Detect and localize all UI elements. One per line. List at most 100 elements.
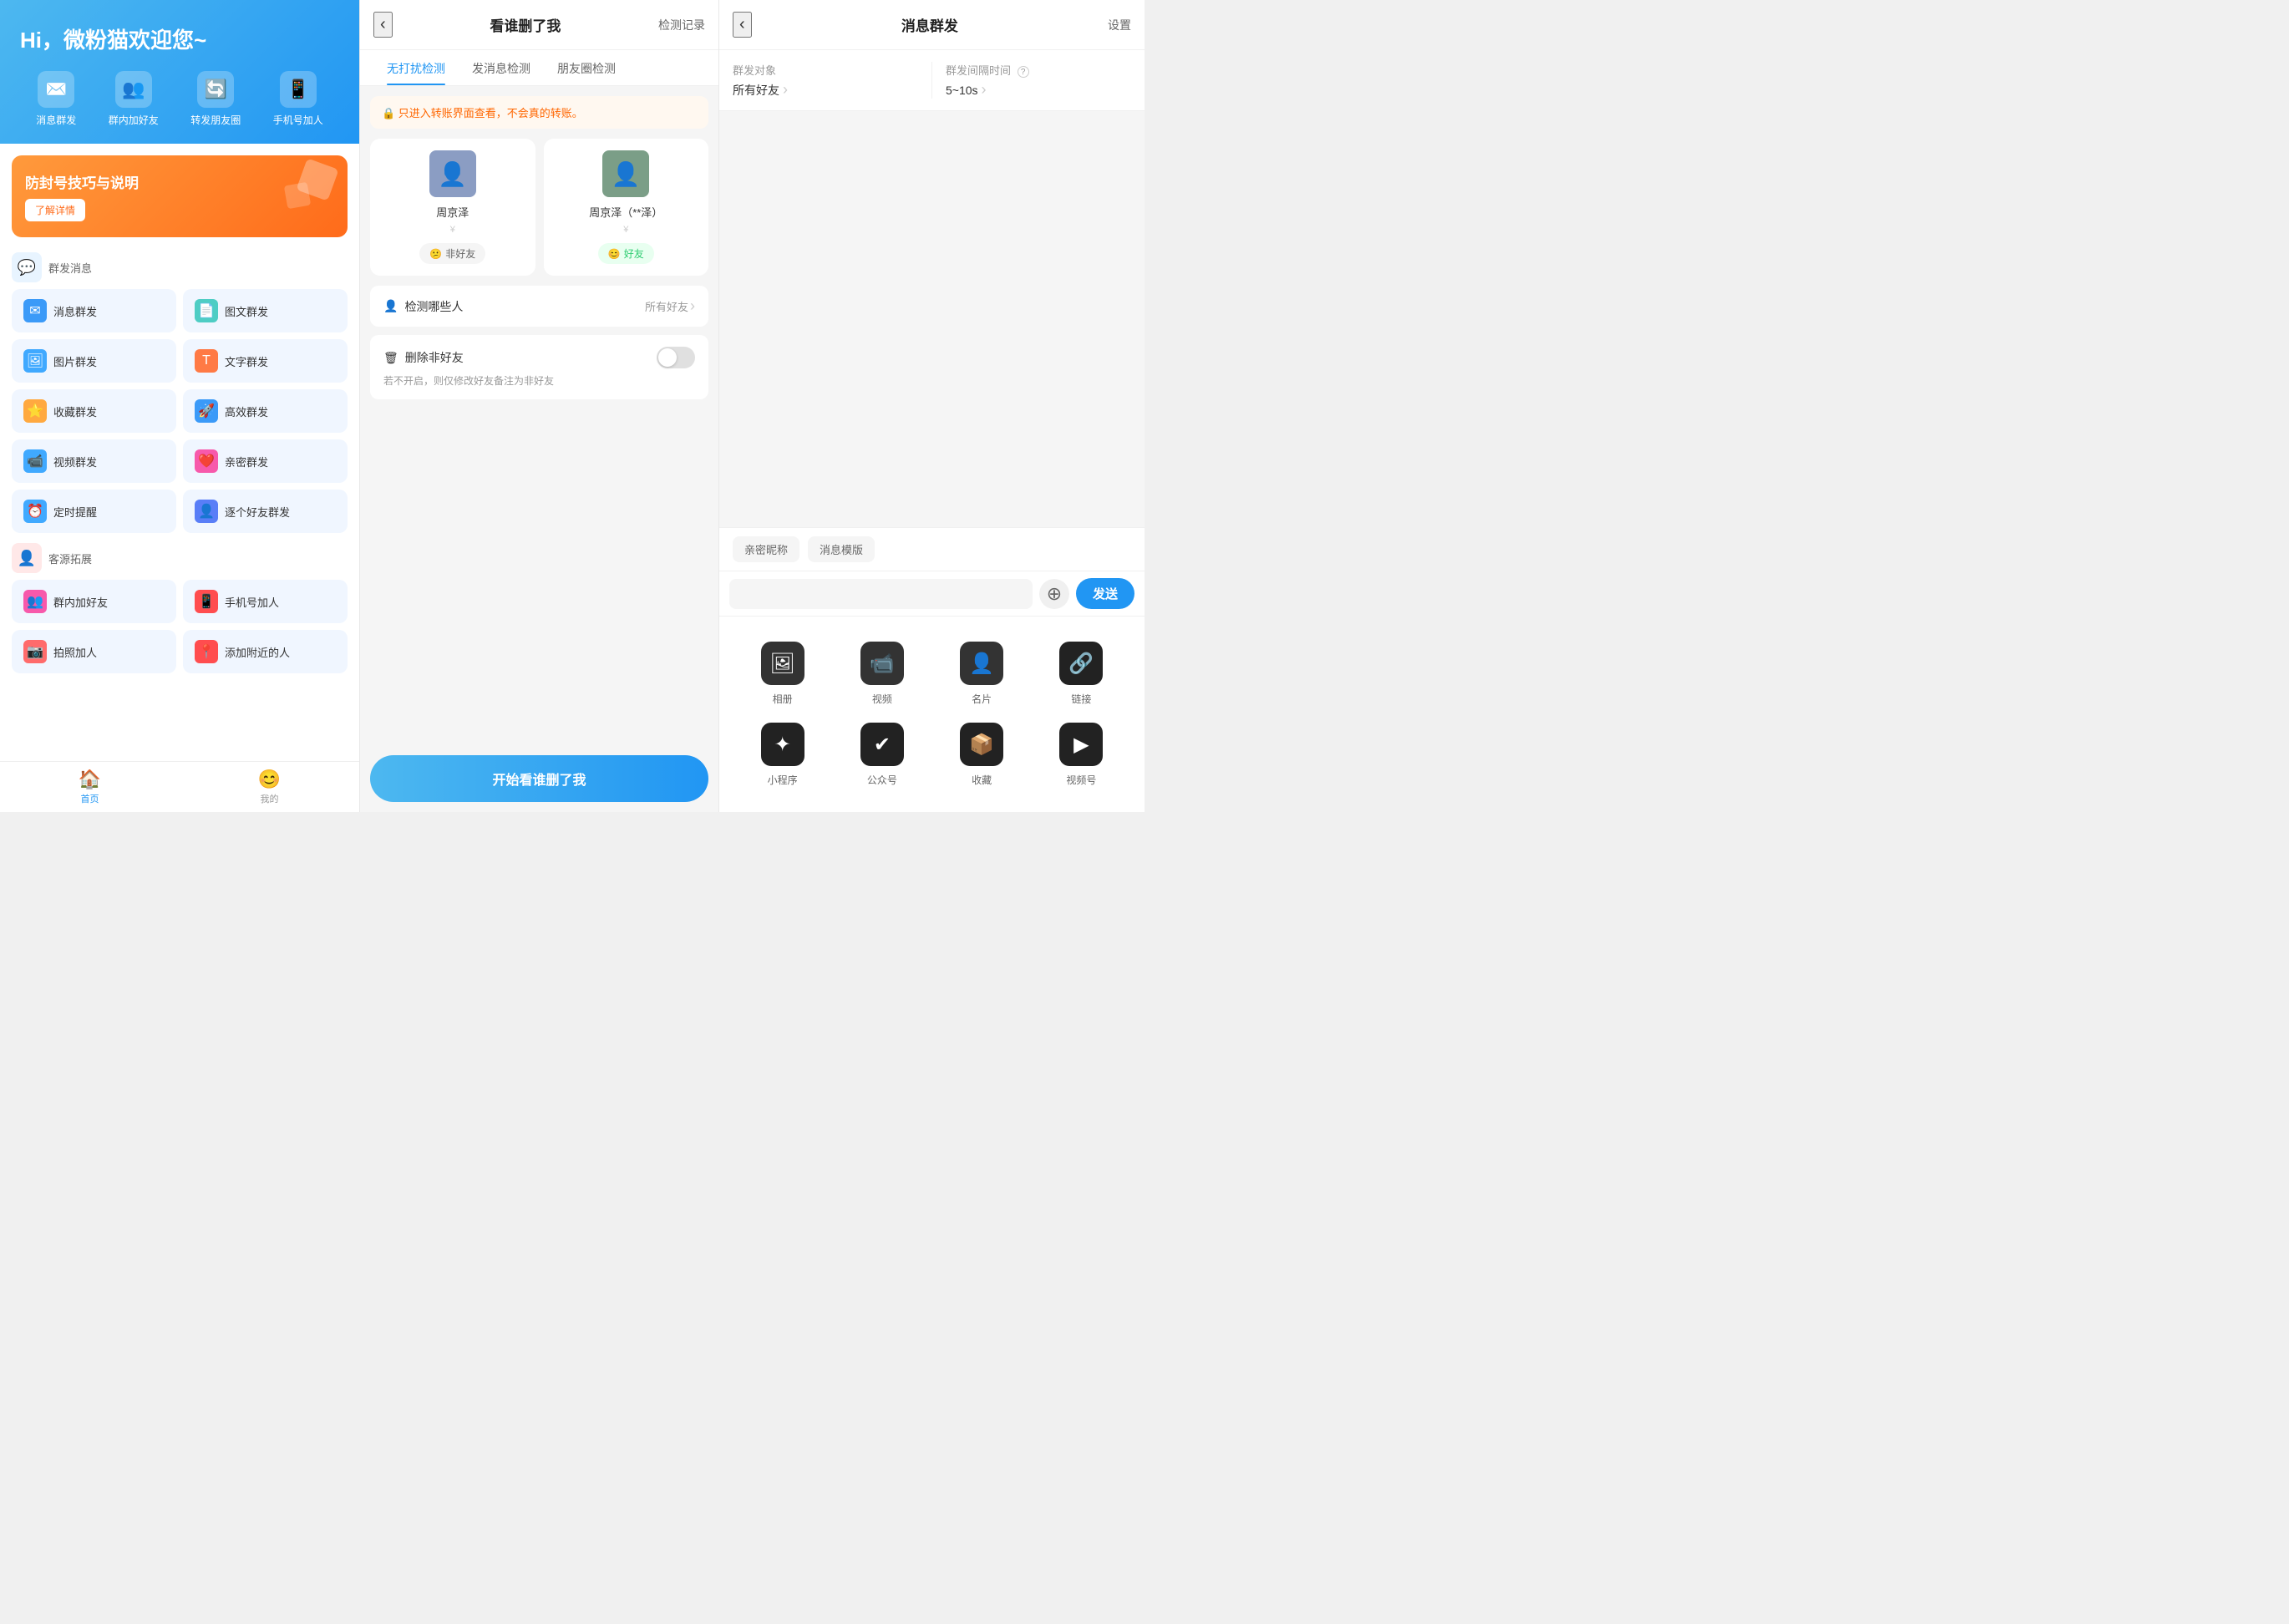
media-item-favorites[interactable]: 📦 收藏 (932, 714, 1032, 795)
delete-toggle[interactable] (657, 347, 695, 368)
chevron-right-icon (690, 297, 695, 315)
banner-title: 防封号技巧与说明 (25, 171, 139, 192)
user-status-0: 😕 非好友 (419, 243, 485, 264)
home-icon: 🏠 (79, 769, 101, 790)
user-avatar-0: 👤 (429, 150, 476, 197)
right-back-button[interactable]: ‹ (733, 12, 752, 38)
grid-item-individual-broadcast[interactable]: 👤 逐个好友群发 (183, 490, 348, 533)
delete-title-row: 🗑 删除非好友 (383, 347, 695, 368)
group2-section: 👤 客源拓展 (0, 540, 359, 580)
right-content (719, 111, 1144, 527)
grid-item-group-add[interactable]: 👥 群内加好友 (12, 580, 176, 623)
grid-item-photo-add[interactable]: 📷 拍照加人 (12, 630, 176, 673)
favorites-broadcast-icon: ⭐ (23, 399, 47, 423)
header-icon-forward[interactable]: 🔄 转发朋友圈 (190, 71, 241, 127)
nav-profile[interactable]: 😊 我的 (180, 762, 359, 812)
broadcast-icon: ✉️ (38, 71, 74, 108)
delete-title: 🗑 删除非好友 (383, 349, 464, 366)
media-item-album[interactable]: 🖼 相册 (733, 633, 832, 714)
group2-label: 客源拓展 (48, 551, 92, 566)
detect-left: 👤 检测哪些人 (383, 298, 463, 315)
grid-item-scheduled[interactable]: ⏰ 定时提醒 (12, 490, 176, 533)
middle-title: 看谁删了我 (490, 14, 561, 35)
phone-icon: 📱 (280, 71, 317, 108)
start-detect-button[interactable]: 开始看谁删了我 (370, 755, 708, 802)
panel-middle: ‹ 看谁删了我 检测记录 无打扰检测 发消息检测 朋友圈检测 🔒 只进入转账界面… (359, 0, 718, 812)
header-icon-add-friend[interactable]: 👥 群内加好友 (109, 71, 159, 127)
broadcast-interval-label: 群发间隔时间 ? (946, 62, 1131, 78)
header-icon-broadcast[interactable]: ✉️ 消息群发 (36, 71, 76, 127)
broadcast-target-col[interactable]: 群发对象 所有好友 (733, 62, 932, 99)
official-account-icon: ✔ (860, 723, 904, 766)
grid-item-broadcast[interactable]: ✉ 消息群发 (12, 289, 176, 332)
banner-learn-btn[interactable]: 了解详情 (25, 199, 85, 221)
add-friend-icon: 👥 (115, 71, 152, 108)
middle-back-button[interactable]: ‹ (373, 12, 393, 38)
box-decor-2 (284, 182, 311, 209)
grid-item-efficient-broadcast[interactable]: 🚀 高效群发 (183, 389, 348, 433)
quick-btns: 亲密昵称 消息模版 (719, 528, 1144, 571)
card-icon: 👤 (960, 642, 1003, 685)
media-item-video-channel[interactable]: ▶ 视频号 (1032, 714, 1131, 795)
settings-link[interactable]: 设置 (1108, 17, 1131, 33)
video-broadcast-icon: 📹 (23, 449, 47, 473)
user-amount-0: ¥ (450, 225, 455, 235)
delete-desc: 若不开启，则仅修改好友备注为非好友 (383, 373, 695, 388)
message-template-btn[interactable]: 消息模版 (808, 536, 875, 562)
broadcast-interval-chevron (982, 81, 987, 99)
grid-item-text-broadcast[interactable]: T 文字群发 (183, 339, 348, 383)
media-item-video[interactable]: 📹 视频 (832, 633, 931, 714)
compose-input-row: ⊕ 发送 (719, 571, 1144, 616)
media-item-link[interactable]: 🔗 链接 (1032, 633, 1131, 714)
interval-help-icon: ? (1018, 66, 1029, 78)
banner[interactable]: 防封号技巧与说明 了解详情 (12, 155, 348, 237)
compose-input[interactable] (729, 579, 1033, 609)
tab-no-disturb[interactable]: 无打扰检测 (373, 50, 459, 85)
send-button[interactable]: 发送 (1076, 578, 1134, 609)
grid-item-intimate-broadcast[interactable]: ❤️ 亲密群发 (183, 439, 348, 483)
tab-message-detect[interactable]: 发消息检测 (459, 50, 544, 85)
nearby-add-icon: 📍 (195, 640, 218, 663)
detect-right: 所有好友 (645, 297, 695, 315)
middle-header-link[interactable]: 检测记录 (658, 17, 705, 33)
media-item-card[interactable]: 👤 名片 (932, 633, 1032, 714)
bottom-nav: 🏠 首页 😊 我的 (0, 761, 359, 812)
profile-icon: 😊 (258, 769, 281, 790)
detect-row[interactable]: 👤 检测哪些人 所有好友 (370, 286, 708, 327)
grid-item-favorites-broadcast[interactable]: ⭐ 收藏群发 (12, 389, 176, 433)
group1-label: 群发消息 (48, 260, 92, 276)
right-header: ‹ 消息群发 设置 (719, 0, 1144, 50)
miniapp-icon: ✦ (761, 723, 804, 766)
add-content-button[interactable]: ⊕ (1039, 579, 1069, 609)
grid-item-graphic-broadcast[interactable]: 📄 图文群发 (183, 289, 348, 332)
broadcast-interval-value: 5~10s (946, 81, 1131, 99)
user-status-1: 😊 好友 (598, 243, 654, 264)
text-broadcast-icon: T (195, 349, 218, 373)
compose-area: 亲密昵称 消息模版 ⊕ 发送 🖼 相册 📹 视频 👤 名片 (719, 527, 1144, 812)
broadcast-target-value: 所有好友 (733, 81, 918, 99)
phone-add-icon: 📱 (195, 590, 218, 613)
detect-person-icon: 👤 (383, 299, 398, 313)
media-item-official-account[interactable]: ✔ 公众号 (832, 714, 931, 795)
photo-add-icon: 📷 (23, 640, 47, 663)
middle-content: 🔒 只进入转账界面查看，不会真的转账。 👤 周京泽 ¥ 😕 非好友 👤 周京泽（… (360, 86, 718, 745)
broadcast-interval-col[interactable]: 群发间隔时间 ? 5~10s (932, 62, 1131, 99)
grid-item-nearby-add[interactable]: 📍 添加附近的人 (183, 630, 348, 673)
image-broadcast-icon: 🖼 (23, 349, 47, 373)
nav-home[interactable]: 🏠 首页 (0, 762, 180, 812)
user-name-1: 周京泽（**泽） (589, 204, 662, 220)
grid-item-image-broadcast[interactable]: 🖼 图片群发 (12, 339, 176, 383)
forward-icon: 🔄 (197, 71, 234, 108)
header-icon-phone[interactable]: 📱 手机号加人 (273, 71, 323, 127)
tab-moments-detect[interactable]: 朋友圈检测 (544, 50, 629, 85)
plus-icon: ⊕ (1047, 583, 1062, 605)
video-icon: 📹 (860, 642, 904, 685)
grid-item-phone-add[interactable]: 📱 手机号加人 (183, 580, 348, 623)
intimate-nickname-btn[interactable]: 亲密昵称 (733, 536, 799, 562)
grid-item-video-broadcast[interactable]: 📹 视频群发 (12, 439, 176, 483)
right-title: 消息群发 (901, 14, 958, 35)
media-item-miniapp[interactable]: ✦ 小程序 (733, 714, 832, 795)
greeting: Hi，微粉猫欢迎您~ (20, 23, 339, 54)
link-icon: 🔗 (1059, 642, 1103, 685)
video-channel-icon: ▶ (1059, 723, 1103, 766)
